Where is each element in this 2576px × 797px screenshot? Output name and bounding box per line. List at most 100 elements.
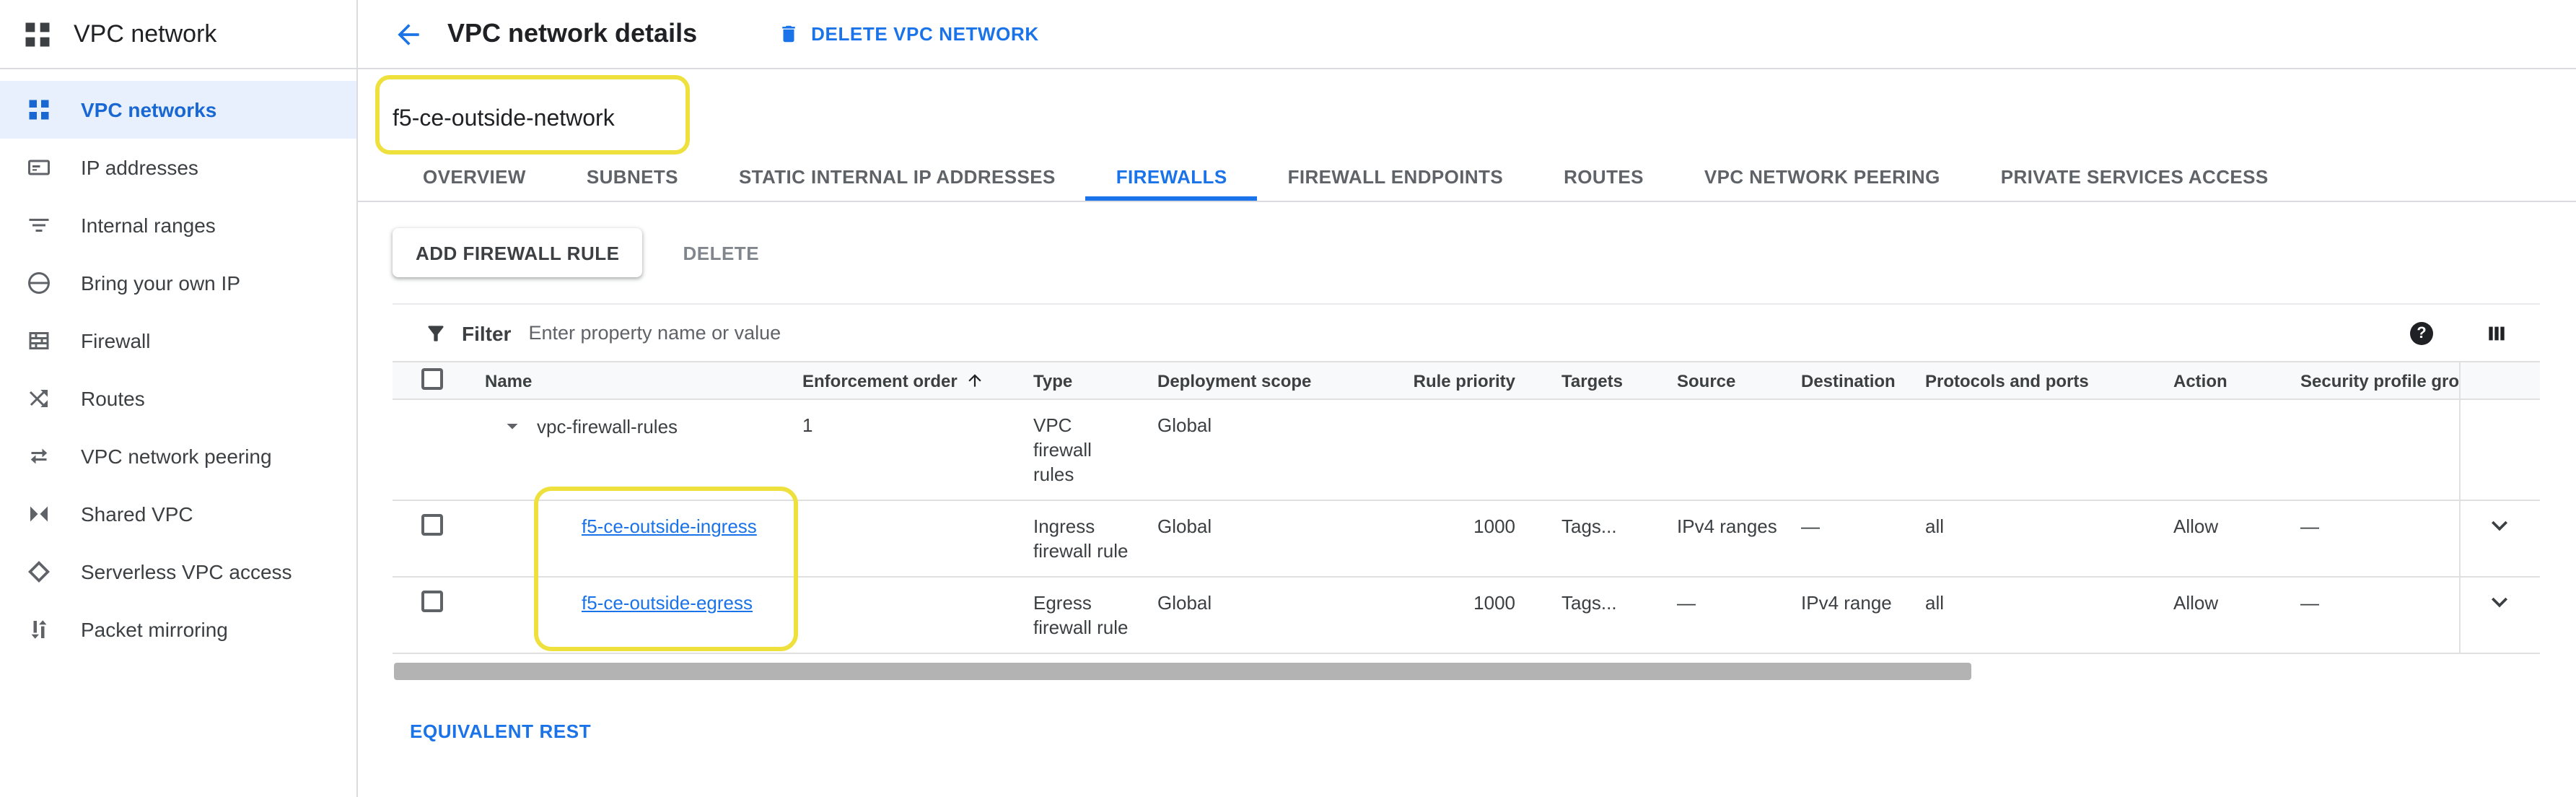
group-enforcement-order: 1 <box>779 399 1010 500</box>
sidebar-item-ip-addresses[interactable]: IP addresses <box>0 139 356 196</box>
column-header-source[interactable]: Source <box>1654 362 1778 399</box>
column-header-type[interactable]: Type <box>1010 362 1134 399</box>
sidebar-item-label: Shared VPC <box>81 502 193 526</box>
tab-routes[interactable]: ROUTES <box>1533 159 1674 201</box>
sidebar-item-vpc-network-peering[interactable]: VPC network peering <box>0 427 356 485</box>
column-header-action[interactable]: Action <box>2150 362 2277 399</box>
sidebar-item-label: Internal ranges <box>81 214 216 237</box>
rule-type: Egress firewall rule <box>1010 577 1134 653</box>
rule-priority: 1000 <box>1380 577 1538 653</box>
tab-bar: OVERVIEW SUBNETS STATIC INTERNAL IP ADDR… <box>358 159 2576 202</box>
sidebar-item-label: Routes <box>81 387 145 410</box>
rule-destination: — <box>1778 500 1902 577</box>
rule-link-ingress[interactable]: f5-ce-outside-ingress <box>582 515 757 537</box>
group-name-cell: vpc-firewall-rules <box>462 399 779 500</box>
tab-overview[interactable]: OVERVIEW <box>393 159 556 201</box>
row-checkbox[interactable] <box>421 514 443 536</box>
sidebar-item-routes[interactable]: Routes <box>0 370 356 427</box>
delete-rule-button[interactable]: DELETE <box>683 242 759 264</box>
page-header: VPC network details DELETE VPC NETWORK <box>358 0 2576 69</box>
sidebar-item-label: VPC networks <box>81 98 216 121</box>
tab-vpc-network-peering[interactable]: VPC NETWORK PEERING <box>1674 159 1971 201</box>
row-checkbox[interactable] <box>421 591 443 612</box>
trash-icon <box>778 23 799 45</box>
rule-type: Ingress firewall rule <box>1010 500 1134 577</box>
tab-firewall-endpoints[interactable]: FIREWALL ENDPOINTS <box>1258 159 1534 201</box>
row-checkbox-cell <box>393 577 462 653</box>
collapse-group-icon[interactable] <box>499 413 525 439</box>
bring-your-own-ip-icon <box>26 270 52 296</box>
table-row-egress: f5-ce-outside-egress Egress firewall rul… <box>393 577 2540 653</box>
sidebar-item-shared-vpc[interactable]: Shared VPC <box>0 485 356 543</box>
content: f5-ce-outside-network OVERVIEW SUBNETS S… <box>358 107 2576 745</box>
column-header-enforcement-order[interactable]: Enforcement order <box>779 362 1010 399</box>
chevron-down-icon[interactable] <box>2484 586 2516 618</box>
shared-vpc-icon <box>26 501 52 527</box>
page-title: VPC network details <box>447 19 697 49</box>
product-title: VPC network <box>74 19 216 48</box>
horizontal-scrollbar-thumb[interactable] <box>394 663 1971 680</box>
firewall-table-card: Filter ? Na <box>393 303 2540 680</box>
equivalent-rest-link[interactable]: EQUIVALENT REST <box>410 720 591 742</box>
rule-source: IPv4 ranges <box>1654 500 1778 577</box>
back-arrow-icon[interactable] <box>393 18 424 50</box>
sort-ascending-icon <box>966 370 985 389</box>
table-row-group: vpc-firewall-rules 1 VPC firewall rules … <box>393 399 2540 500</box>
firewall-rules-table: Name Enforcement order Type Deployment s… <box>393 361 2540 654</box>
filter-bar: Filter ? <box>393 303 2540 361</box>
help-icon[interactable]: ? <box>2410 321 2433 344</box>
sidebar-nav: VPC networks IP addresses Internal range… <box>0 69 356 658</box>
vpc-networks-icon <box>26 97 52 123</box>
column-header-name[interactable]: Name <box>462 362 779 399</box>
sidebar-item-firewall[interactable]: Firewall <box>0 312 356 370</box>
column-header-deployment-scope[interactable]: Deployment scope <box>1134 362 1380 399</box>
rule-action: Allow <box>2150 577 2277 653</box>
filter-label: Filter <box>462 321 511 344</box>
rule-source: — <box>1654 577 1778 653</box>
filter-input[interactable] <box>528 322 2410 344</box>
main-area: VPC network details DELETE VPC NETWORK f… <box>358 0 2576 797</box>
table-row-ingress: f5-ce-outside-ingress Ingress firewall r… <box>393 500 2540 577</box>
delete-vpc-network-button[interactable]: DELETE VPC NETWORK <box>778 23 1039 45</box>
column-header-targets[interactable]: Targets <box>1538 362 1654 399</box>
rule-security-profile: — <box>2277 500 2459 577</box>
column-header-destination[interactable]: Destination <box>1778 362 1902 399</box>
tab-static-internal-ip-addresses[interactable]: STATIC INTERNAL IP ADDRESSES <box>709 159 1086 201</box>
column-header-protocols-and-ports[interactable]: Protocols and ports <box>1902 362 2150 399</box>
horizontal-scrollbar-track <box>393 663 2540 680</box>
sidebar: VPC network VPC networks IP addresses In… <box>0 0 358 797</box>
routes-icon <box>26 386 52 411</box>
sidebar-item-label: Serverless VPC access <box>81 560 292 583</box>
rule-priority: 1000 <box>1380 500 1538 577</box>
select-all-checkbox[interactable] <box>421 367 443 389</box>
column-header-rule-priority[interactable]: Rule priority <box>1380 362 1538 399</box>
add-firewall-rule-button[interactable]: ADD FIREWALL RULE <box>393 228 642 277</box>
column-display-options-icon[interactable] <box>2485 321 2508 344</box>
sidebar-header: VPC network <box>0 0 356 69</box>
rule-targets: Tags... <box>1538 577 1654 653</box>
column-header-security-profile-groups[interactable]: Security profile groups <box>2277 362 2459 399</box>
sidebar-item-vpc-networks[interactable]: VPC networks <box>0 81 356 139</box>
firewall-icon <box>26 328 52 354</box>
rule-deployment-scope: Global <box>1134 577 1380 653</box>
filter-icon <box>424 321 447 344</box>
group-deployment-scope: Global <box>1134 399 1380 500</box>
tab-subnets[interactable]: SUBNETS <box>556 159 709 201</box>
rule-name-cell: f5-ce-outside-egress <box>462 577 779 653</box>
sidebar-item-packet-mirroring[interactable]: Packet mirroring <box>0 601 356 658</box>
group-type: VPC firewall rules <box>1010 399 1134 500</box>
rule-link-egress[interactable]: f5-ce-outside-egress <box>582 592 753 614</box>
sidebar-item-label: Bring your own IP <box>81 271 240 295</box>
rule-protocols-and-ports: all <box>1902 577 2150 653</box>
internal-ranges-icon <box>26 212 52 238</box>
rule-deployment-scope: Global <box>1134 500 1380 577</box>
sidebar-item-internal-ranges[interactable]: Internal ranges <box>0 196 356 254</box>
chevron-down-icon[interactable] <box>2484 510 2516 541</box>
sidebar-item-serverless-vpc-access[interactable]: Serverless VPC access <box>0 543 356 601</box>
tab-private-services-access[interactable]: PRIVATE SERVICES ACCESS <box>1971 159 2299 201</box>
tab-firewalls[interactable]: FIREWALLS <box>1086 159 1258 201</box>
sidebar-item-bring-your-own-ip[interactable]: Bring your own IP <box>0 254 356 312</box>
group-name: vpc-firewall-rules <box>537 416 678 437</box>
column-header-expand <box>2459 362 2540 399</box>
group-checkbox-cell <box>393 399 462 500</box>
